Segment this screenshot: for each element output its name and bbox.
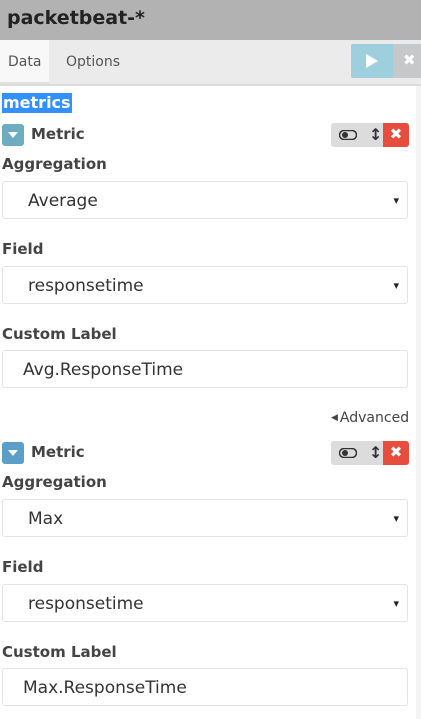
tab-options[interactable]: Options <box>58 40 128 84</box>
metric-label: Metric <box>31 125 85 143</box>
custom-label-input[interactable] <box>23 359 393 381</box>
reorder-icon[interactable]: ↕ <box>369 443 382 462</box>
custom-label-field[interactable] <box>2 668 408 706</box>
remove-metric-button[interactable]: ✖ <box>383 441 409 465</box>
field-label: Field <box>2 240 44 258</box>
advanced-toggle-link[interactable]: ◀ Advanced <box>331 410 409 426</box>
toggle-visibility-icon[interactable] <box>339 448 357 458</box>
aggregation-select[interactable]: Average ▾ <box>2 181 408 219</box>
apply-button[interactable] <box>351 44 393 78</box>
caret-down-icon: ▾ <box>393 597 399 610</box>
play-icon <box>366 54 378 68</box>
advanced-label: Advanced <box>339 410 410 426</box>
aggregation-value: Average <box>28 191 98 211</box>
title-bar: packetbeat-* <box>0 0 421 40</box>
discard-button[interactable]: ✖ <box>393 44 421 78</box>
aggregation-select[interactable]: Max ▾ <box>2 499 408 537</box>
metrics-section-title: metrics <box>2 93 72 113</box>
field-label: Field <box>2 558 44 576</box>
custom-label-field[interactable] <box>2 350 408 388</box>
tab-data[interactable]: Data <box>0 40 50 84</box>
caret-down-icon: ▾ <box>393 194 399 207</box>
metric-header: Metric ↕ ✖ <box>0 441 416 467</box>
metric-controls: ↕ ✖ <box>331 441 409 465</box>
metric-controls: ↕ ✖ <box>331 123 409 147</box>
metric-label: Metric <box>31 443 85 461</box>
close-icon: ✖ <box>403 51 416 69</box>
toggle-visibility-icon[interactable] <box>339 130 357 140</box>
field-value: responsetime <box>28 276 144 296</box>
collapse-toggle-button[interactable] <box>2 442 24 464</box>
caret-down-icon: ▾ <box>393 512 399 525</box>
index-pattern-title: packetbeat-* <box>7 7 145 29</box>
collapse-toggle-button[interactable] <box>2 124 24 146</box>
scrollbar[interactable] <box>416 86 421 719</box>
custom-label-input[interactable] <box>23 677 393 699</box>
caret-left-icon: ◀ <box>331 413 338 423</box>
chevron-down-icon <box>8 132 18 138</box>
caret-down-icon: ▾ <box>393 279 399 292</box>
aggregation-label: Aggregation <box>2 473 107 491</box>
field-select[interactable]: responsetime ▾ <box>2 266 408 304</box>
metric-header: Metric ↕ ✖ <box>0 123 416 149</box>
custom-label-label: Custom Label <box>2 325 117 343</box>
custom-label-label: Custom Label <box>2 643 117 661</box>
chevron-down-icon <box>8 450 18 456</box>
aggregation-label: Aggregation <box>2 155 107 173</box>
reorder-icon[interactable]: ↕ <box>369 125 382 144</box>
aggregation-value: Max <box>28 509 64 529</box>
field-select[interactable]: responsetime ▾ <box>2 584 408 622</box>
remove-metric-button[interactable]: ✖ <box>383 123 409 147</box>
field-value: responsetime <box>28 594 144 614</box>
